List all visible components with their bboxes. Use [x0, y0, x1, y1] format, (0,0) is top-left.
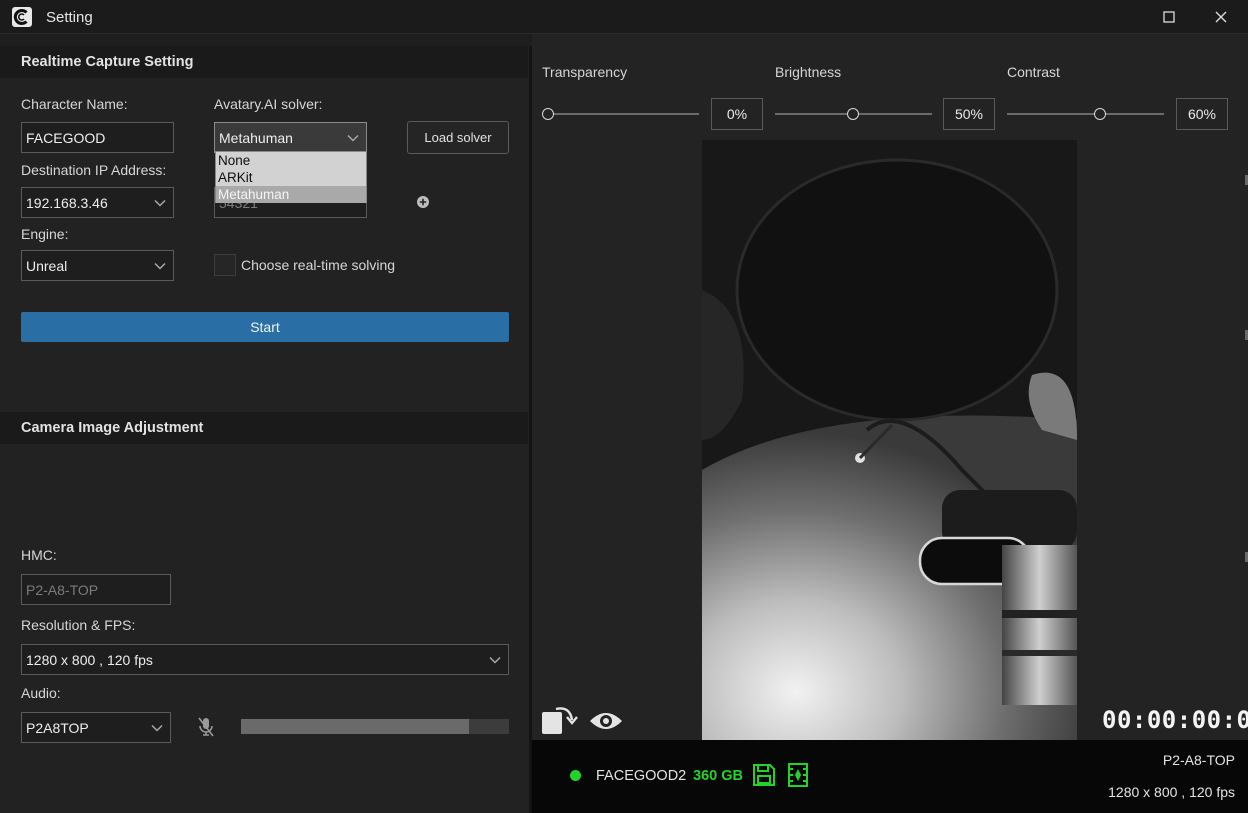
film-strip-icon[interactable]: [788, 763, 808, 787]
microphone-muted-icon[interactable]: [197, 716, 215, 738]
eye-icon[interactable]: [588, 708, 624, 734]
save-disk-icon[interactable]: [752, 763, 776, 787]
solver-value: Metahuman: [219, 130, 293, 146]
chevron-down-icon: [347, 134, 359, 142]
transparency-slider[interactable]: [542, 113, 699, 115]
title-bar: Setting: [0, 0, 1248, 34]
resolution-fps-label: Resolution & FPS:: [21, 617, 136, 633]
contrast-slider-handle[interactable]: [1094, 108, 1106, 120]
window-title: Setting: [46, 9, 93, 26]
load-solver-button[interactable]: Load solver: [407, 121, 509, 154]
timecode-display: 00:00:00:00: [1102, 706, 1248, 734]
rotate-camera-icon[interactable]: [542, 704, 578, 736]
close-icon: [1215, 11, 1227, 23]
hmc-value: P2-A8-TOP: [26, 582, 99, 598]
maximize-button[interactable]: [1149, 0, 1189, 34]
audio-select[interactable]: P2A8TOP: [21, 712, 171, 743]
app-logo-icon: [12, 7, 32, 27]
audio-label: Audio:: [21, 685, 61, 701]
audio-level-meter: [241, 719, 509, 734]
character-name-value: FACEGOOD: [26, 130, 106, 146]
transparency-value-box[interactable]: 0%: [711, 98, 763, 130]
character-name-label: Character Name:: [21, 96, 128, 112]
resolution-fps-select[interactable]: 1280 x 800 , 120 fps: [21, 644, 509, 675]
connection-status-dot: [570, 770, 581, 781]
realtime-solving-label: Choose real-time solving: [241, 257, 396, 273]
chevron-down-icon: [489, 656, 501, 664]
realtime-solving-checkbox[interactable]: [214, 254, 236, 276]
resolution-fps-value: 1280 x 800 , 120 fps: [26, 652, 153, 668]
transparency-slider-handle[interactable]: [542, 108, 554, 120]
contrast-label: Contrast: [1007, 64, 1060, 80]
storage-capacity: 360 GB: [693, 768, 743, 784]
maximize-icon: [1163, 11, 1175, 23]
character-name-input[interactable]: FACEGOOD: [21, 122, 174, 153]
solver-select[interactable]: Metahuman: [214, 122, 367, 153]
destination-ip-value: 192.168.3.46: [26, 195, 108, 211]
destination-ip-select[interactable]: 192.168.3.46: [21, 187, 174, 218]
engine-select[interactable]: Unreal: [21, 250, 174, 281]
brightness-slider-handle[interactable]: [847, 108, 859, 120]
camera-adjustment-header: Camera Image Adjustment: [0, 412, 528, 444]
close-button[interactable]: [1201, 0, 1241, 34]
contrast-value-box[interactable]: 60%: [1176, 98, 1228, 130]
brightness-value-box[interactable]: 50%: [943, 98, 995, 130]
solver-option-none[interactable]: None: [216, 152, 366, 169]
solver-option-arkit[interactable]: ARKit: [216, 169, 366, 186]
solver-option-metahuman[interactable]: Metahuman: [216, 186, 366, 203]
realtime-capture-header: Realtime Capture Setting: [0, 46, 528, 78]
status-hmc-name: P2-A8-TOP: [1162, 752, 1235, 768]
solver-label: Avatary.AI solver:: [214, 96, 323, 112]
chevron-down-icon: [154, 262, 166, 270]
realtime-capture-title: Realtime Capture Setting: [21, 54, 194, 70]
camera-preview: [702, 140, 1077, 740]
audio-value: P2A8TOP: [26, 720, 89, 736]
engine-label: Engine:: [21, 226, 69, 242]
start-button[interactable]: Start: [21, 312, 509, 342]
chevron-down-icon: [154, 199, 166, 207]
hmc-label: HMC:: [21, 547, 57, 563]
add-circle-icon[interactable]: [416, 195, 430, 209]
audio-level-fill: [241, 719, 469, 734]
engine-value: Unreal: [26, 258, 68, 274]
hmc-input: P2-A8-TOP: [21, 574, 171, 605]
chevron-down-icon: [151, 724, 163, 732]
transparency-label: Transparency: [542, 64, 628, 80]
device-name: FACEGOOD2: [596, 768, 687, 784]
brightness-label: Brightness: [775, 64, 842, 80]
camera-adjustment-title: Camera Image Adjustment: [21, 420, 204, 436]
contrast-slider[interactable]: [1007, 113, 1164, 115]
status-resolution: 1280 x 800 , 120 fps: [1108, 784, 1235, 800]
destination-ip-label: Destination IP Address:: [21, 162, 167, 178]
solver-dropdown-list: None ARKit Metahuman: [215, 151, 367, 203]
